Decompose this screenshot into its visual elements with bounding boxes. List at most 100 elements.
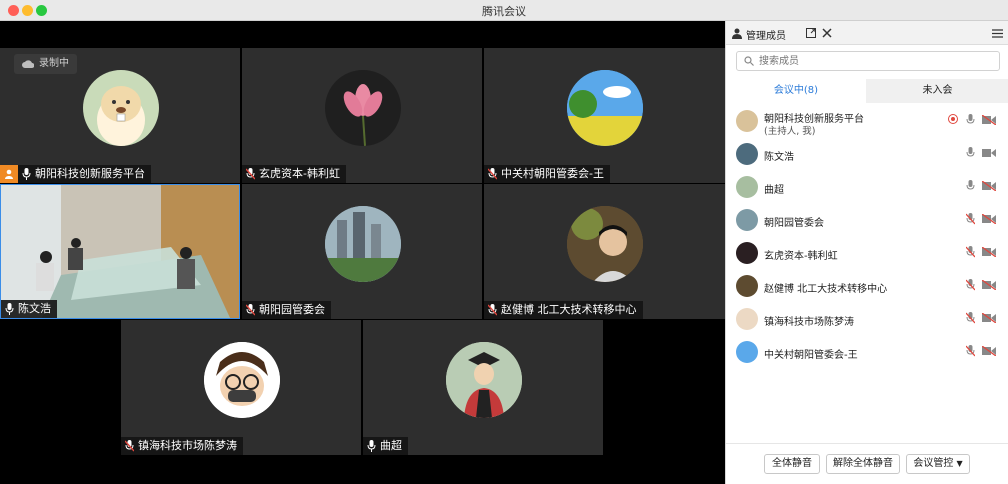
cartoon-bear-avatar bbox=[97, 86, 145, 146]
camera-icon[interactable] bbox=[982, 148, 996, 158]
avatar bbox=[736, 176, 758, 198]
member-row[interactable]: 赵健博 北工大技术转移中心 bbox=[726, 270, 1008, 303]
member-name: 镇海科技市场陈梦涛 bbox=[764, 317, 854, 328]
participant-name: 赵健博 北工大技术转移中心 bbox=[501, 303, 637, 316]
microphone-icon[interactable] bbox=[966, 180, 975, 192]
microphone-muted-icon bbox=[488, 304, 497, 316]
participant-name: 中关村朝阳管委会-王 bbox=[501, 167, 604, 180]
camera-off-icon[interactable] bbox=[982, 346, 996, 356]
menu-icon[interactable] bbox=[992, 29, 1003, 38]
microphone-muted-icon bbox=[125, 440, 134, 452]
microphone-muted-icon[interactable] bbox=[966, 213, 975, 225]
microphone-icon[interactable] bbox=[966, 147, 975, 159]
popout-icon[interactable] bbox=[806, 28, 816, 38]
window-titlebar: 腾讯会议 bbox=[0, 0, 1008, 21]
chevron-down-icon: ▼ bbox=[956, 459, 963, 468]
participant-namebar: 玄虎资本-韩利虹 bbox=[242, 165, 346, 183]
meeting-control-label: 会议管控 bbox=[913, 458, 954, 469]
microphone-icon[interactable] bbox=[966, 114, 975, 126]
microphone-muted-icon[interactable] bbox=[966, 345, 975, 357]
panel-footer-divider bbox=[726, 443, 1008, 444]
participant-name: 玄虎资本-韩利虹 bbox=[259, 167, 340, 180]
member-role: (主持人, 我) bbox=[764, 126, 816, 137]
panel-header: 管理成员 bbox=[726, 21, 1008, 45]
avatar bbox=[204, 342, 280, 418]
member-row[interactable]: 陈文浩 bbox=[726, 138, 1008, 171]
video-tile[interactable]: 镇海科技市场陈梦涛 bbox=[121, 320, 361, 455]
avatar bbox=[736, 275, 758, 297]
avatar bbox=[567, 206, 643, 282]
camera-off-icon[interactable] bbox=[982, 214, 996, 224]
participant-namebar: 朝阳园管委会 bbox=[242, 301, 331, 319]
participant-namebar: 曲超 bbox=[363, 437, 408, 455]
cartoon-person-avatar bbox=[204, 342, 280, 418]
video-tile[interactable]: 玄虎资本-韩利虹 bbox=[242, 48, 482, 183]
camera-off-icon[interactable] bbox=[982, 280, 996, 290]
microphone-muted-icon[interactable] bbox=[966, 246, 975, 258]
participant-name: 镇海科技市场陈梦涛 bbox=[138, 439, 237, 452]
microphone-muted-icon bbox=[246, 168, 255, 180]
cloud-icon bbox=[22, 60, 34, 68]
avatar bbox=[736, 209, 758, 231]
avatar bbox=[446, 342, 522, 418]
person-photo-avatar bbox=[567, 206, 643, 282]
microphone-icon bbox=[5, 303, 14, 315]
avatar bbox=[325, 70, 401, 146]
microphone-muted-icon bbox=[246, 304, 255, 316]
member-panel: 管理成员 会议中(8) 未入会 朝阳科技创新服务平台 (主持人, 我) 陈文浩 … bbox=[725, 21, 1008, 484]
avatar bbox=[567, 70, 643, 146]
recording-label: 录制中 bbox=[39, 58, 69, 69]
member-row[interactable]: 朝阳园管委会 bbox=[726, 204, 1008, 237]
member-row[interactable]: 中关村朝阳管委会-王 bbox=[726, 336, 1008, 369]
video-tile[interactable]: 陈文浩 bbox=[0, 184, 240, 319]
avatar bbox=[83, 70, 159, 146]
participant-namebar: 朝阳科技创新服务平台 bbox=[0, 165, 151, 183]
search-icon bbox=[744, 56, 754, 66]
camera-off-icon[interactable] bbox=[982, 115, 996, 125]
microphone-muted-icon[interactable] bbox=[966, 279, 975, 291]
close-icon[interactable] bbox=[822, 28, 832, 38]
member-name: 赵健博 北工大技术转移中心 bbox=[764, 284, 888, 295]
participant-namebar: 中关村朝阳管委会-王 bbox=[484, 165, 610, 183]
search-members-input[interactable] bbox=[736, 51, 1000, 71]
host-badge bbox=[0, 165, 18, 183]
camera-off-icon[interactable] bbox=[982, 181, 996, 191]
member-name: 陈文浩 bbox=[764, 152, 794, 163]
participant-name: 朝阳园管委会 bbox=[259, 303, 325, 316]
member-name: 玄虎资本-韩利虹 bbox=[764, 251, 838, 262]
meeting-control-button[interactable]: 会议管控 ▼ bbox=[906, 454, 970, 474]
video-tile[interactable]: 朝阳园管委会 bbox=[242, 184, 482, 319]
member-tabs: 会议中(8) 未入会 bbox=[726, 79, 1008, 103]
avatar bbox=[736, 341, 758, 363]
microphone-muted-icon[interactable] bbox=[966, 312, 975, 324]
microphone-muted-icon bbox=[488, 168, 497, 180]
video-tile[interactable]: 录制中 朝阳科技创新服务平台 bbox=[0, 48, 240, 183]
member-row[interactable]: 玄虎资本-韩利虹 bbox=[726, 237, 1008, 270]
video-tile[interactable]: 曲超 bbox=[363, 320, 603, 455]
mute-all-button[interactable]: 全体静音 bbox=[764, 454, 820, 474]
avatar bbox=[736, 143, 758, 165]
participant-namebar: 镇海科技市场陈梦涛 bbox=[121, 437, 243, 455]
unmute-all-button[interactable]: 解除全体静音 bbox=[826, 454, 900, 474]
video-grid: 录制中 朝阳科技创新服务平台 玄虎资本-韩利虹 中关村朝阳管委会-王 陈文浩 朝… bbox=[0, 21, 725, 484]
microphone-icon bbox=[367, 440, 376, 452]
city-buildings-avatar bbox=[325, 206, 401, 282]
tab-not-joined[interactable]: 未入会 bbox=[866, 79, 1008, 103]
member-row[interactable]: 朝阳科技创新服务平台 (主持人, 我) bbox=[726, 105, 1008, 138]
video-tile[interactable]: 中关村朝阳管委会-王 bbox=[484, 48, 725, 183]
panel-title: 管理成员 bbox=[746, 31, 786, 42]
member-name: 朝阳园管委会 bbox=[764, 218, 824, 229]
avatar bbox=[736, 308, 758, 330]
video-tile[interactable]: 赵健博 北工大技术转移中心 bbox=[484, 184, 725, 319]
camera-off-icon[interactable] bbox=[982, 247, 996, 257]
tab-in-meeting[interactable]: 会议中(8) bbox=[726, 79, 866, 103]
participant-name: 朝阳科技创新服务平台 bbox=[35, 167, 145, 180]
window-title: 腾讯会议 bbox=[482, 5, 526, 18]
camera-off-icon[interactable] bbox=[982, 313, 996, 323]
avatar bbox=[736, 110, 758, 132]
member-row[interactable]: 镇海科技市场陈梦涛 bbox=[726, 303, 1008, 336]
member-row[interactable]: 曲超 bbox=[726, 171, 1008, 204]
participant-namebar: 陈文浩 bbox=[1, 300, 57, 318]
participant-name: 曲超 bbox=[380, 439, 402, 452]
avatar bbox=[325, 206, 401, 282]
